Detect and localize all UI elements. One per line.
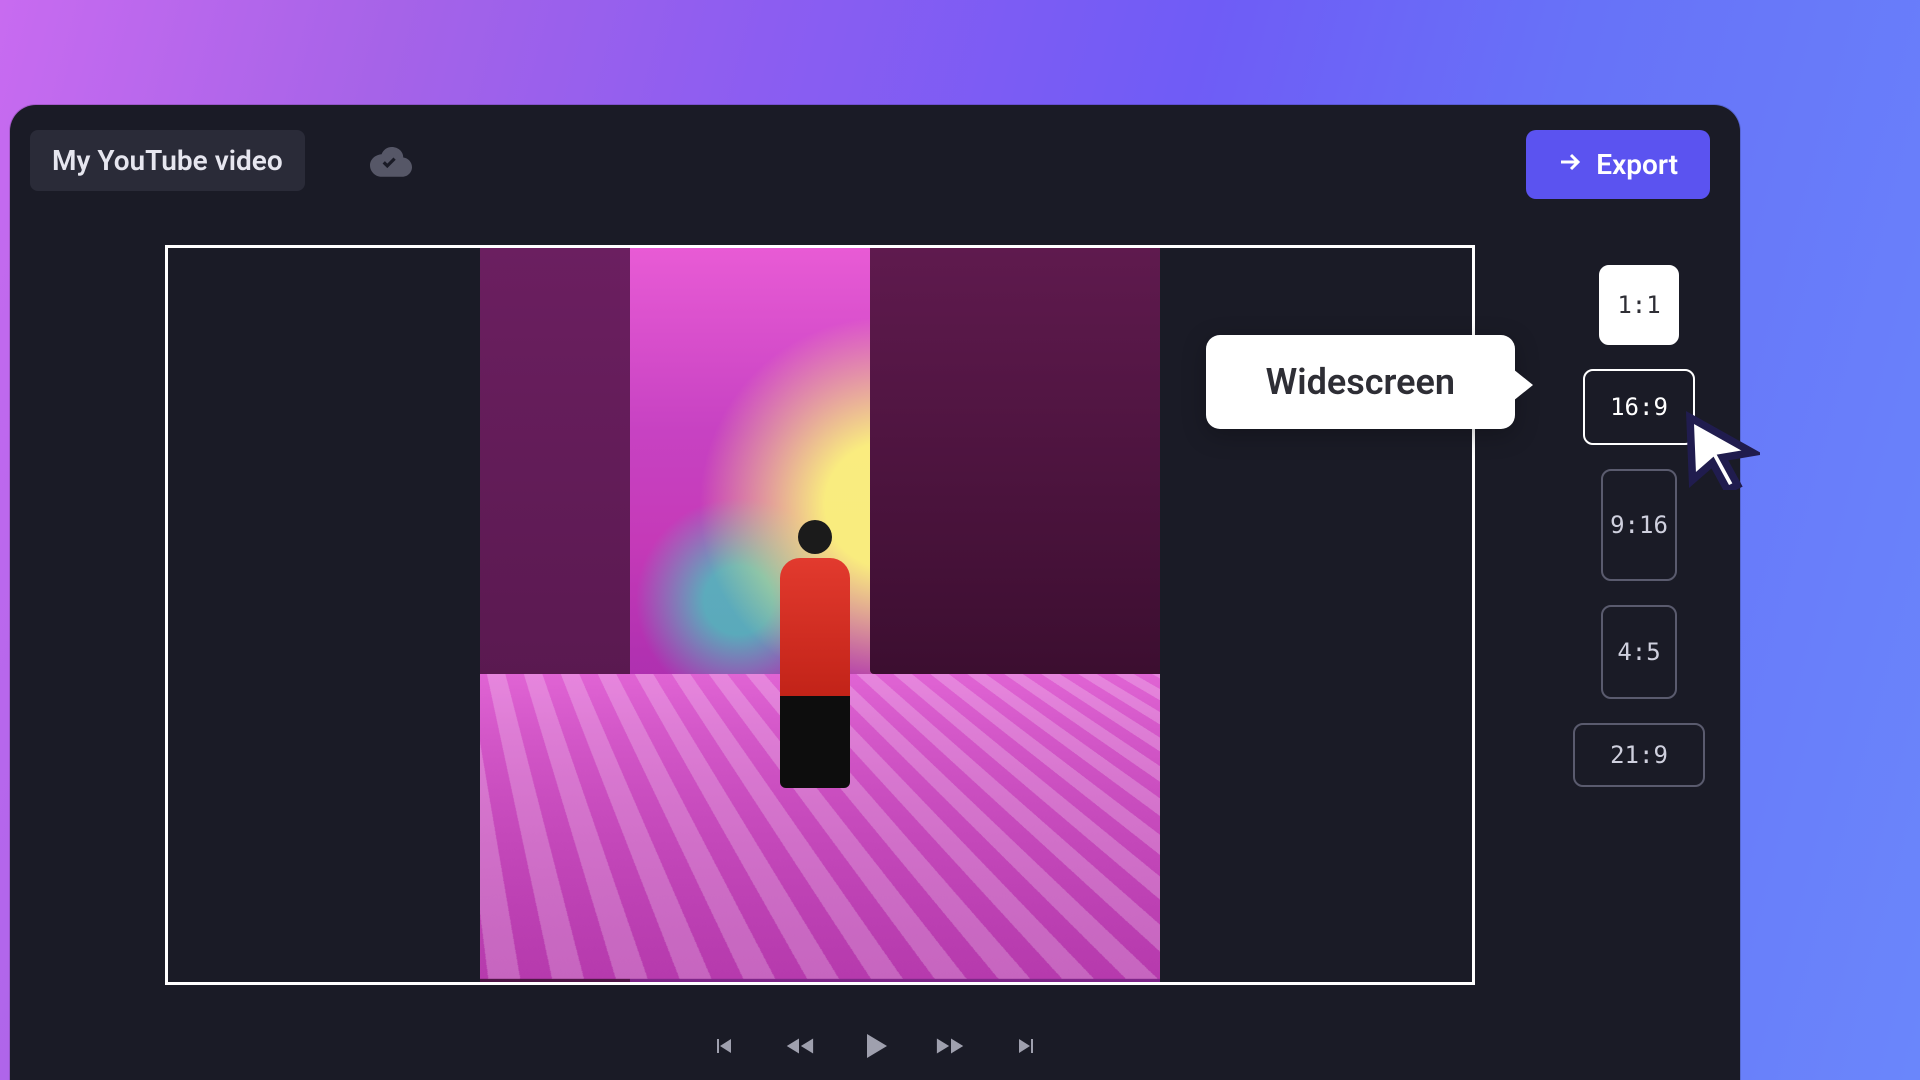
video-editor-panel: My YouTube video Export Widescreen 1:1 1… bbox=[10, 105, 1740, 1080]
cloud-synced-icon bbox=[370, 140, 412, 182]
aspect-ratio-9-16[interactable]: 9:16 bbox=[1601, 469, 1677, 581]
aspect-ratio-21-9[interactable]: 21:9 bbox=[1573, 723, 1705, 787]
play-button[interactable] bbox=[859, 1030, 891, 1062]
aspect-ratio-tooltip: Widescreen bbox=[1206, 335, 1515, 429]
aspect-ratio-16-9[interactable]: 16:9 bbox=[1583, 369, 1695, 445]
export-button[interactable]: Export bbox=[1526, 130, 1710, 199]
aspect-ratio-4-5[interactable]: 4:5 bbox=[1601, 605, 1677, 699]
aspect-ratio-1-1[interactable]: 1:1 bbox=[1599, 265, 1679, 345]
skip-end-button[interactable] bbox=[1011, 1030, 1043, 1062]
fast-forward-button[interactable] bbox=[935, 1030, 967, 1062]
skip-start-button[interactable] bbox=[707, 1030, 739, 1062]
rewind-button[interactable] bbox=[783, 1030, 815, 1062]
arrow-right-icon bbox=[1558, 148, 1582, 181]
aspect-ratio-options: 1:1 16:9 9:16 4:5 21:9 bbox=[1573, 265, 1705, 787]
playback-controls bbox=[10, 1030, 1740, 1062]
cursor-icon bbox=[1680, 410, 1760, 490]
project-title[interactable]: My YouTube video bbox=[30, 130, 305, 191]
preview-media bbox=[480, 248, 1160, 982]
media-decor bbox=[780, 558, 850, 788]
export-label: Export bbox=[1596, 148, 1678, 181]
